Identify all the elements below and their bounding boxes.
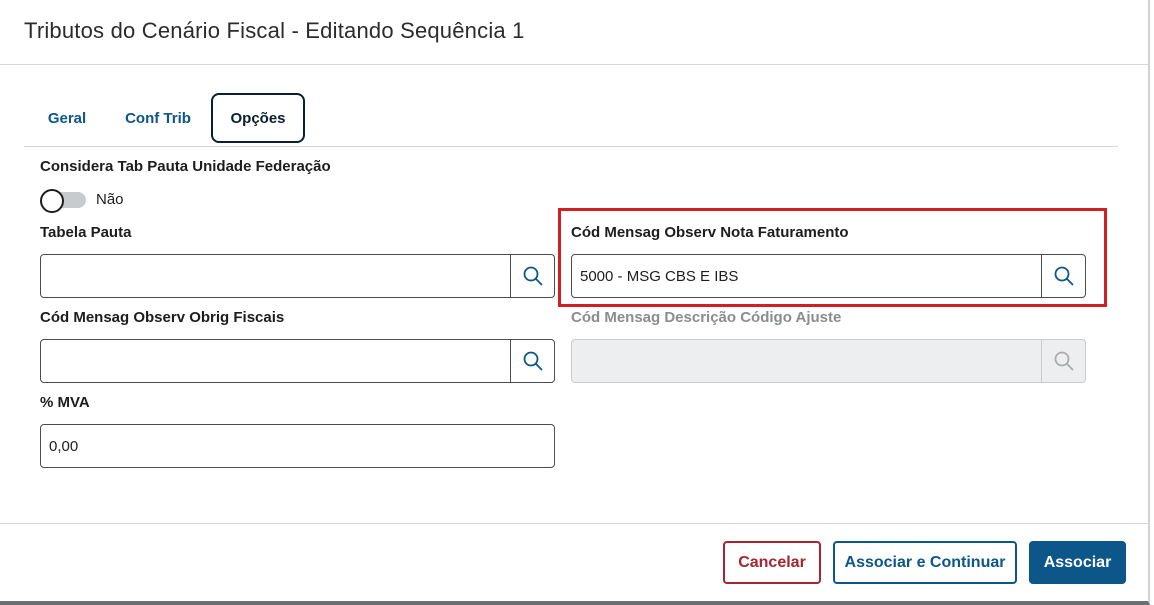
tabs-divider	[24, 146, 1118, 147]
tab-opcoes[interactable]: Opções	[211, 93, 305, 143]
associate-button[interactable]: Associar	[1029, 541, 1126, 584]
tab-pauta-uf-label: Considera Tab Pauta Unidade Federação	[40, 158, 331, 175]
tab-pauta-uf-toggle[interactable]	[40, 189, 88, 213]
cod-msg-obrig-fiscais-search-button[interactable]	[510, 340, 554, 382]
search-icon	[523, 351, 542, 371]
cod-msg-obrig-fiscais-field	[40, 339, 555, 383]
dialog: Tributos do Cenário Fiscal - Editando Se…	[0, 0, 1150, 605]
cod-msg-desc-ajuste-search-button	[1041, 340, 1085, 382]
footer-divider	[0, 523, 1148, 524]
mva-input[interactable]: 0,00	[41, 438, 554, 455]
tab-conf-trib[interactable]: Conf Trib	[116, 93, 200, 143]
cod-msg-obrig-fiscais-label: Cód Mensag Observ Obrig Fiscais	[40, 309, 285, 326]
header-divider	[0, 64, 1148, 65]
mva-label: % MVA	[40, 394, 90, 411]
tab-geral[interactable]: Geral	[36, 93, 98, 143]
toggle-knob	[40, 189, 64, 213]
tabela-pauta-label: Tabela Pauta	[40, 224, 132, 241]
associate-and-continue-button[interactable]: Associar e Continuar	[833, 541, 1017, 584]
dialog-title: Tributos do Cenário Fiscal - Editando Se…	[24, 18, 525, 43]
cod-msg-desc-ajuste-field	[571, 339, 1086, 383]
toggle-state-text: Não	[96, 191, 124, 208]
cod-msg-desc-ajuste-label: Cód Mensag Descrição Código Ajuste	[571, 309, 842, 326]
search-icon	[1054, 351, 1073, 371]
highlight-box	[558, 208, 1107, 307]
tabela-pauta-field	[40, 254, 555, 298]
tabela-pauta-search-button[interactable]	[510, 255, 554, 297]
cancel-button[interactable]: Cancelar	[723, 541, 821, 584]
search-icon	[523, 266, 542, 286]
mva-field: 0,00	[40, 424, 555, 468]
